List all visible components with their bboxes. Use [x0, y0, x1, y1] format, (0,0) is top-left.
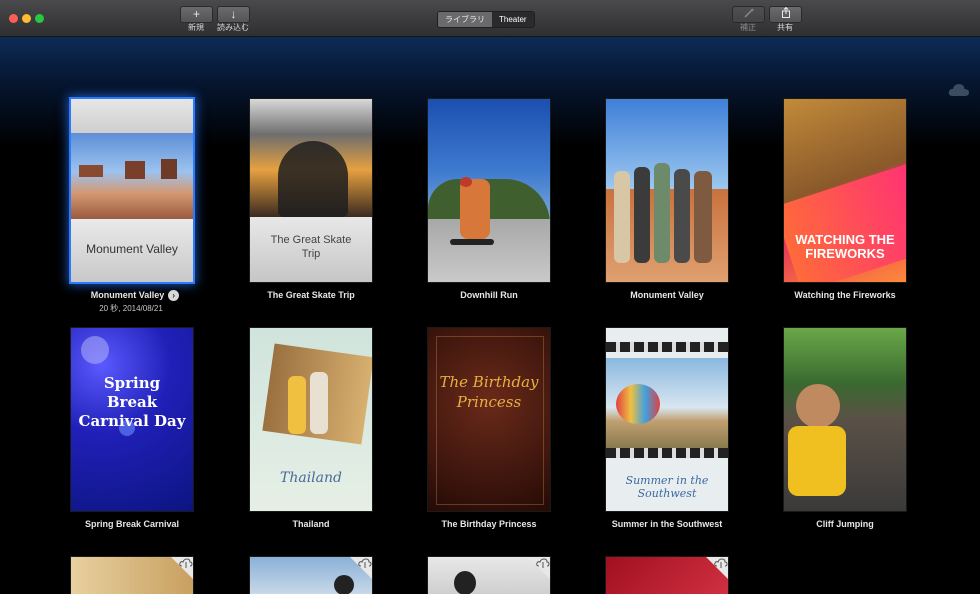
movie-title: The Birthday Princess	[441, 519, 537, 529]
tab-library[interactable]: ライブラリ	[438, 12, 492, 27]
movie-title: Cliff Jumping	[816, 519, 874, 529]
cloud-download-icon	[536, 558, 550, 568]
movie-detail: 20 秒, 2014/08/21	[99, 304, 163, 313]
theater-grid: Monument Valley Monument Valley › 20 秒, 2…	[0, 37, 980, 594]
movie-title: Summer in the Southwest	[611, 519, 723, 529]
tab-theater[interactable]: Theater	[492, 12, 534, 27]
movie-title: Downhill Run	[460, 290, 518, 300]
poster-title: The Birthday Princess	[439, 373, 539, 411]
import-button[interactable]: ↓	[217, 6, 250, 23]
poster-title: Summer in the Southwest	[625, 474, 709, 500]
cloud-download-badge	[528, 557, 550, 579]
cloud-download-icon	[714, 558, 728, 568]
view-segmented-control: ライブラリ Theater	[437, 11, 535, 28]
import-label: 読み込む	[217, 23, 249, 32]
toolbar: + 新規 ↓ 読み込む ライブラリ Theater 補正 共有	[0, 0, 980, 37]
movie-title: Watching the Fireworks	[794, 290, 896, 300]
movie-title: Spring Break Carnival	[84, 519, 180, 529]
movie-title: Monument Valley ›	[40, 290, 230, 302]
poster-title: Monument Valley	[86, 242, 178, 256]
movie-poster[interactable]: Spring Break Carnival Day	[71, 328, 193, 511]
movie-poster[interactable]: The Great Skate Trip	[250, 99, 372, 282]
movie-poster[interactable]: Monument Valley	[71, 99, 193, 282]
cloud-movie-poster[interactable]	[428, 557, 550, 594]
cloud-download-icon	[358, 558, 372, 568]
arrow-down-icon: ↓	[230, 7, 237, 21]
plus-icon: +	[192, 7, 200, 21]
share-icon	[781, 6, 790, 18]
movie-poster[interactable]: WATCHING THE FIREWORKS	[784, 99, 906, 282]
poster-title: Spring Break Carnival Day	[78, 374, 186, 430]
movie-poster[interactable]	[428, 99, 550, 282]
movie-poster[interactable]	[784, 328, 906, 511]
fullscreen-window-button[interactable]	[35, 14, 44, 23]
minimize-window-button[interactable]	[22, 14, 31, 23]
icloud-icon[interactable]	[948, 83, 970, 97]
cloud-movie-poster[interactable]	[606, 557, 728, 594]
share-button[interactable]	[769, 6, 802, 23]
new-button[interactable]: +	[180, 6, 213, 23]
poster-title: WATCHING THE FIREWORKS	[795, 232, 895, 261]
movie-poster[interactable]	[606, 99, 728, 282]
movie-poster[interactable]: Summer in the Southwest	[606, 328, 728, 511]
poster-title: The Great Skate Trip	[270, 234, 352, 260]
poster-title: Thailand	[280, 470, 342, 486]
share-label: 共有	[777, 23, 793, 32]
enhance-button[interactable]	[732, 6, 765, 23]
cloud-download-badge	[706, 557, 728, 579]
magic-wand-icon	[744, 8, 754, 18]
movie-title-text: Monument Valley	[90, 290, 165, 300]
info-arrow-icon[interactable]: ›	[168, 290, 180, 302]
cloud-movie-poster[interactable]	[71, 557, 193, 594]
movie-title: Thailand	[292, 519, 330, 529]
movie-title: Monument Valley	[630, 290, 704, 300]
cloud-download-badge	[171, 557, 193, 579]
cloud-download-badge	[350, 557, 372, 579]
close-window-button[interactable]	[9, 14, 18, 23]
movie-title: The Great Skate Trip	[267, 290, 355, 300]
movie-poster[interactable]: Thailand	[250, 328, 372, 511]
movie-poster[interactable]: The Birthday Princess	[428, 328, 550, 511]
cloud-movie-poster[interactable]	[250, 557, 372, 594]
cloud-download-icon	[179, 558, 193, 568]
